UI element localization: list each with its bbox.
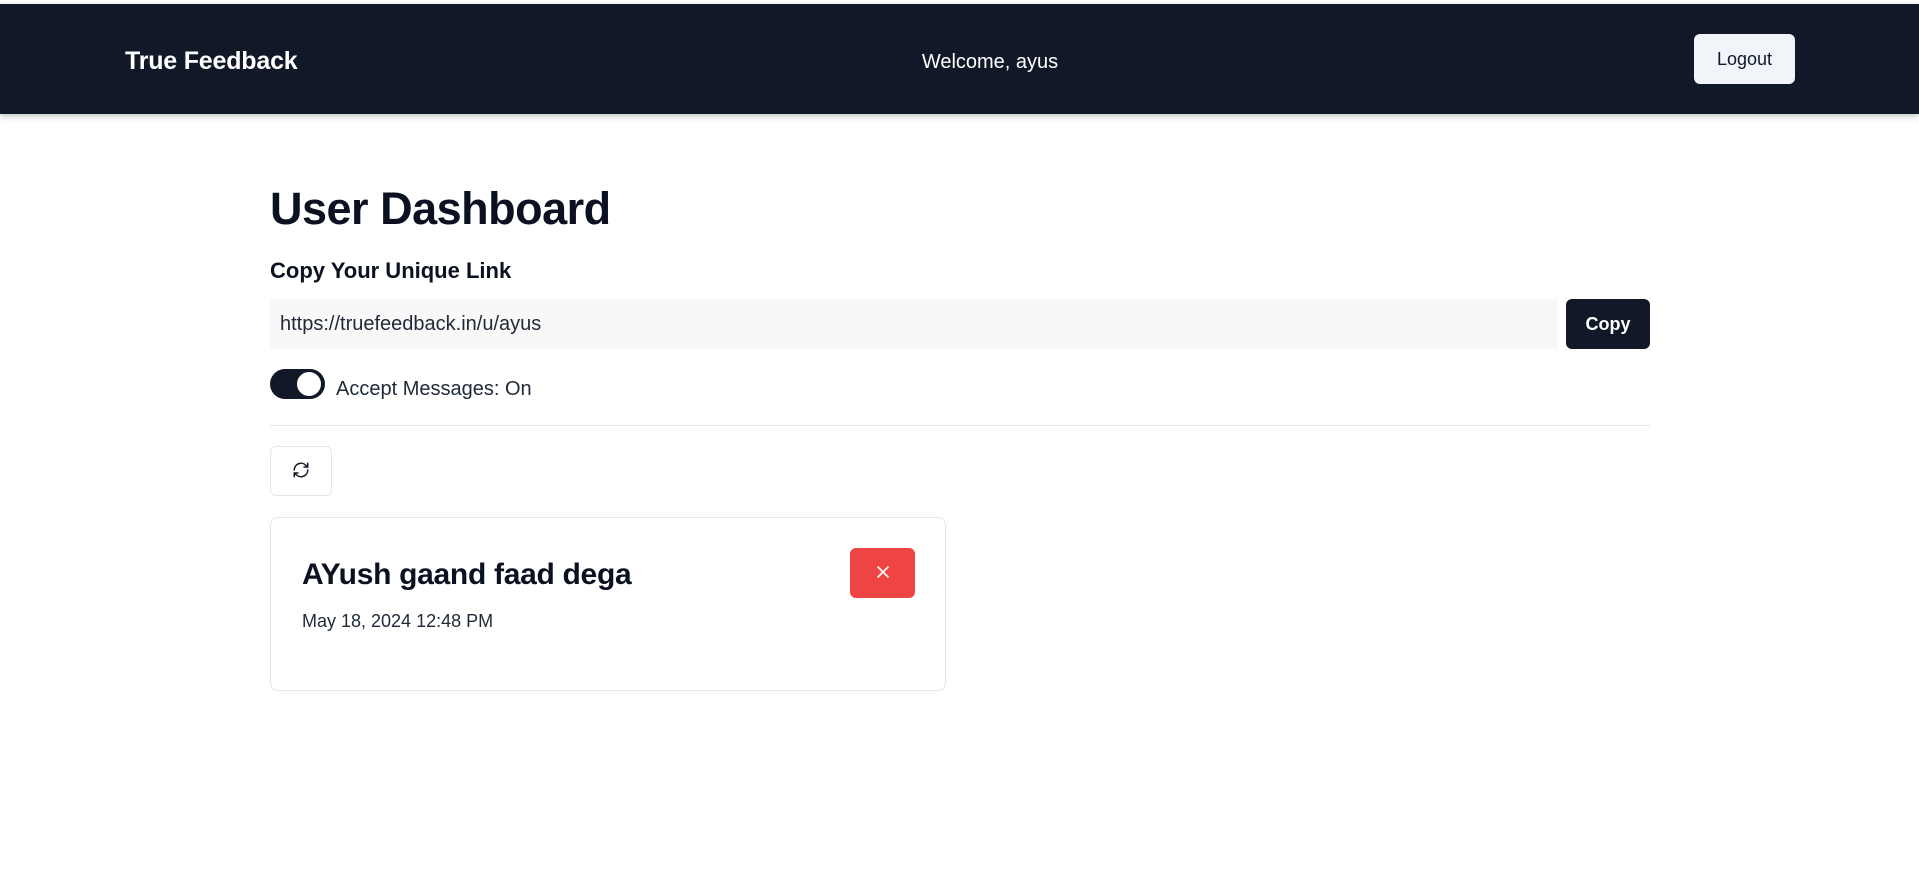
- unique-link-input[interactable]: [270, 299, 1558, 349]
- page-title: User Dashboard: [270, 183, 611, 234]
- switch-knob: [297, 372, 321, 396]
- refresh-icon: [292, 461, 310, 482]
- message-date: May 18, 2024 12:48 PM: [302, 611, 494, 631]
- link-section-title: Copy Your Unique Link: [270, 258, 512, 283]
- copy-button[interactable]: Copy: [1566, 299, 1650, 349]
- message-card: AYush gaand faad dega May 18, 2024 12:48…: [270, 517, 946, 691]
- message-content: AYush gaand faad dega: [302, 558, 632, 591]
- logout-button[interactable]: Logout: [1694, 34, 1795, 84]
- divider: [270, 425, 1650, 426]
- accept-messages-switch[interactable]: [270, 369, 325, 399]
- navbar: True Feedback Welcome, ayus Logout: [0, 4, 1919, 114]
- delete-message-button[interactable]: [850, 548, 915, 598]
- accept-messages-label: Accept Messages: On: [336, 377, 532, 401]
- refresh-button[interactable]: [270, 446, 332, 496]
- close-icon: [873, 562, 893, 585]
- welcome-text: Welcome, ayus: [921, 51, 1059, 73]
- accept-messages-text: Accept Messages:: [336, 378, 505, 400]
- accept-messages-state: On: [504, 378, 532, 400]
